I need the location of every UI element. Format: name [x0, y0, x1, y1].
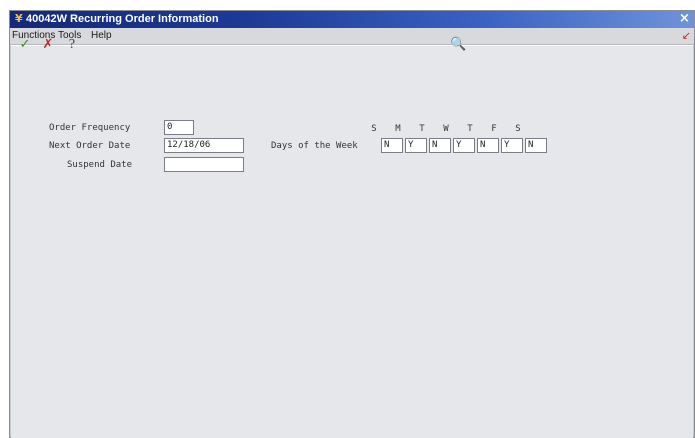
menu-help[interactable]: Help — [91, 30, 112, 41]
day-field-thu[interactable]: N — [477, 138, 499, 153]
suspend-date-label: Suspend Date — [67, 160, 133, 170]
day-field-tue[interactable]: N — [429, 138, 451, 153]
order-frequency-field[interactable]: 0 — [164, 120, 194, 135]
day-header-thu: T — [467, 124, 473, 134]
day-header-tue: T — [419, 124, 425, 134]
close-icon[interactable]: × — [678, 12, 691, 26]
help-button[interactable]: ? — [64, 37, 80, 53]
days-of-week-label: Days of the Week — [271, 141, 358, 151]
next-order-date-label: Next Order Date — [49, 141, 131, 151]
day-field-sat[interactable]: N — [525, 138, 547, 153]
ok-button[interactable]: ✓ — [17, 37, 33, 53]
day-header-wed: W — [443, 124, 449, 134]
window-title: 40042W Recurring Order Information — [26, 13, 219, 25]
day-header-fri: F — [491, 124, 497, 134]
search-button[interactable]: 🔍 — [450, 37, 466, 53]
day-field-mon[interactable]: Y — [405, 138, 427, 153]
day-field-wed[interactable]: Y — [453, 138, 475, 153]
day-field-fri[interactable]: Y — [501, 138, 523, 153]
cancel-button[interactable]: ✗ — [40, 37, 56, 53]
day-header-mon: M — [395, 124, 401, 134]
day-header-sun: S — [371, 124, 377, 134]
form-content — [11, 45, 693, 438]
day-field-sun[interactable]: N — [381, 138, 403, 153]
suspend-date-field[interactable] — [164, 157, 244, 172]
order-frequency-label: Order Frequency — [49, 123, 131, 133]
next-order-date-field[interactable]: 12/18/06 — [164, 138, 244, 153]
menu-arrow-icon: ↙ — [681, 29, 691, 42]
app-icon: ¥ — [15, 12, 23, 25]
recurring-order-window: ¥ 40042W Recurring Order Information × F… — [9, 10, 695, 438]
day-header-sat: S — [515, 124, 521, 134]
title-bar: ¥ 40042W Recurring Order Information × — [10, 11, 694, 28]
menu-bar: Functions Tools Help ↙ — [10, 28, 694, 45]
